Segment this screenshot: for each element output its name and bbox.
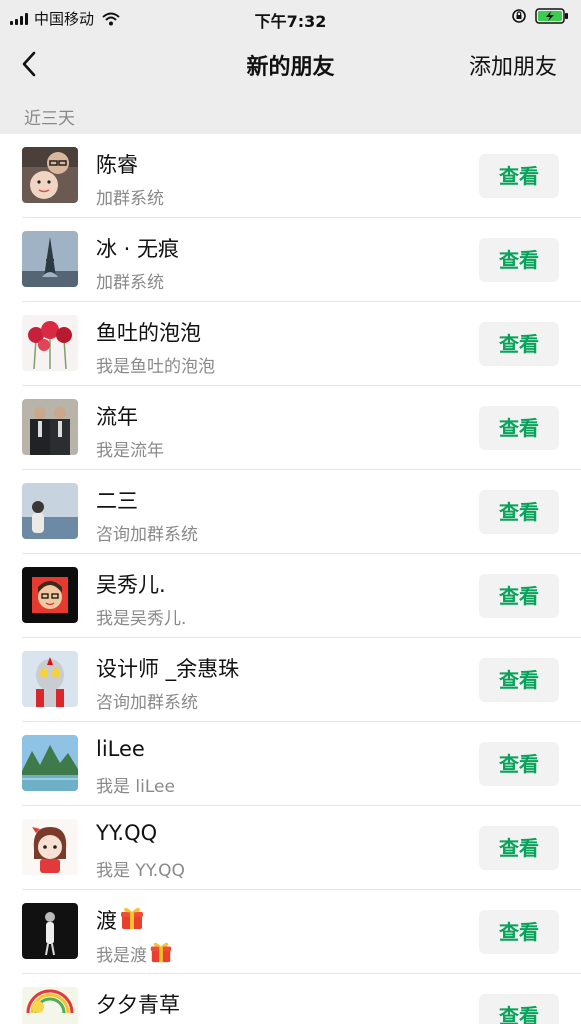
friend-name: 鱼吐的泡泡 [96, 321, 201, 345]
friend-message: 我是渡 [96, 940, 173, 966]
friend-name: 陈睿 [96, 153, 138, 177]
view-button[interactable]: 查看 [479, 322, 559, 366]
view-button[interactable]: 查看 [479, 658, 559, 702]
battery-charging-icon [535, 8, 568, 24]
status-time: 下午7:32 [254, 12, 327, 31]
view-button[interactable]: 查看 [479, 490, 559, 534]
nav-bar: 新的朋友 添加朋友 [0, 36, 581, 92]
status-right [511, 8, 569, 24]
avatar [22, 315, 78, 371]
status-bar: 中国移动 下午7:32 [0, 0, 581, 36]
section-header-recent: 近三天 [24, 109, 75, 129]
friend-message: 我是吴秀儿. [96, 609, 187, 629]
friend-request-list: 陈睿 加群系统 查看 冰 · 无痕 加群系统 查看 鱼吐的泡泡 我是鱼吐的泡泡 … [0, 134, 581, 1024]
friend-message: 加群系统 [96, 189, 164, 209]
view-button[interactable]: 查看 [479, 826, 559, 870]
avatar [22, 483, 78, 539]
friend-name: 流年 [96, 405, 138, 429]
view-button[interactable]: 查看 [479, 910, 559, 954]
avatar [22, 819, 78, 875]
view-button[interactable]: 查看 [479, 574, 559, 618]
avatar [22, 147, 78, 203]
friend-request-row[interactable]: 吴秀儿. 我是吴秀儿. 查看 [0, 554, 581, 638]
avatar [22, 735, 78, 791]
friend-request-row[interactable]: 设计师 _余惠珠 咨询加群系统 查看 [0, 638, 581, 722]
add-friend-button[interactable]: 添加朋友 [469, 49, 557, 81]
gift-icon [121, 907, 143, 929]
view-button[interactable]: 查看 [479, 994, 559, 1024]
friend-request-row[interactable]: 流年 我是流年 查看 [0, 386, 581, 470]
friend-request-row[interactable]: 夕夕青草 查看 [0, 974, 581, 1024]
friend-name: 冰 · 无痕 [96, 237, 180, 261]
friend-name-text: 渡 [96, 909, 117, 933]
friend-message: 我是 liLee [96, 777, 175, 797]
friend-message: 我是流年 [96, 441, 164, 461]
avatar [22, 651, 78, 707]
view-button[interactable]: 查看 [479, 238, 559, 282]
friend-request-row[interactable]: 二三 咨询加群系统 查看 [0, 470, 581, 554]
friend-name: 设计师 _余惠珠 [96, 657, 240, 681]
friend-message: 我是鱼吐的泡泡 [96, 357, 215, 377]
friend-request-row[interactable]: liLee 我是 liLee 查看 [0, 722, 581, 806]
view-button[interactable]: 查看 [479, 742, 559, 786]
friend-request-row[interactable]: 渡 我是渡 查看 [0, 890, 581, 974]
friend-message-text: 我是渡 [96, 946, 147, 966]
friend-message: 咨询加群系统 [96, 525, 198, 545]
avatar [22, 231, 78, 287]
orientation-lock-icon [512, 9, 526, 23]
friend-message: 咨询加群系统 [96, 693, 198, 713]
friend-name: 二三 [96, 489, 138, 513]
friend-request-row[interactable]: 陈睿 加群系统 查看 [0, 134, 581, 218]
friend-name: 渡 [96, 905, 145, 935]
friend-message: 加群系统 [96, 273, 164, 293]
avatar [22, 567, 78, 623]
friend-name: 吴秀儿. [96, 573, 166, 597]
friend-message: 我是 YY.QQ [96, 861, 185, 881]
gift-icon [150, 942, 172, 963]
avatar [22, 903, 78, 959]
friend-name: liLee [96, 737, 145, 761]
avatar [22, 987, 78, 1024]
friend-request-row[interactable]: 冰 · 无痕 加群系统 查看 [0, 218, 581, 302]
view-button[interactable]: 查看 [479, 406, 559, 450]
friend-request-row[interactable]: YY.QQ 我是 YY.QQ 查看 [0, 806, 581, 890]
view-button[interactable]: 查看 [479, 154, 559, 198]
friend-name: YY.QQ [96, 821, 158, 845]
avatar [22, 399, 78, 455]
friend-request-row[interactable]: 鱼吐的泡泡 我是鱼吐的泡泡 查看 [0, 302, 581, 386]
friend-name: 夕夕青草 [96, 993, 180, 1017]
